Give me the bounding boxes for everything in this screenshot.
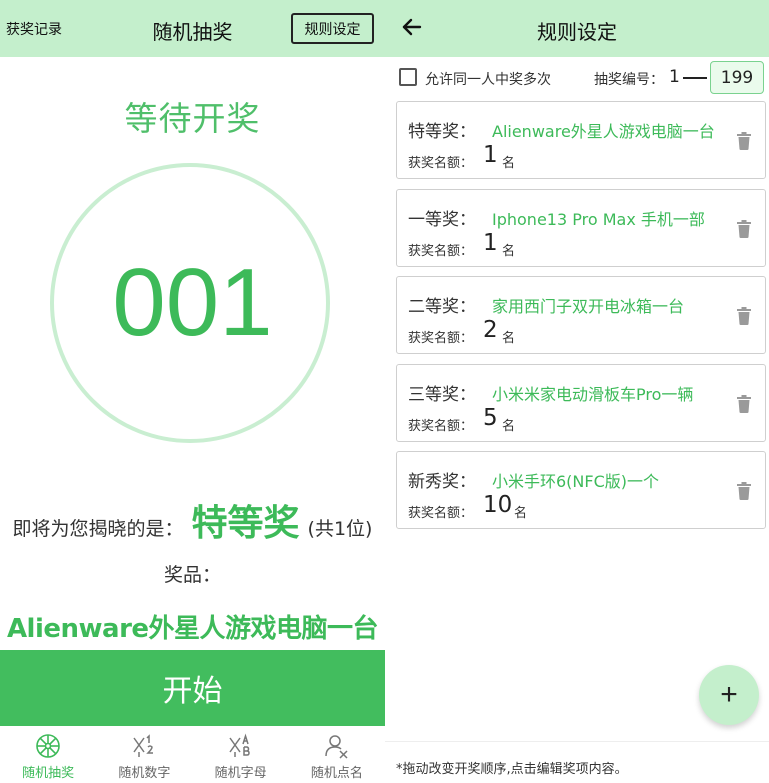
- tab-random-lottery[interactable]: 随机抽奖: [0, 726, 96, 783]
- quota-label: 获奖名额：: [408, 419, 474, 434]
- rules-screen: 规则设定 允许同一人中奖多次 抽奖编号： 1 199 特等奖： Alienware…: [385, 0, 769, 783]
- prize-label: 奖品：: [163, 564, 221, 586]
- quota-unit: 名: [502, 156, 516, 171]
- quota-value: 5: [483, 405, 498, 431]
- page-title: 规则设定: [537, 20, 617, 44]
- prize-item-name: 小米米家电动滑板车Pro一辆: [492, 385, 694, 404]
- draw-status: 等待开奖: [124, 99, 261, 138]
- tab-label: 随机数字: [118, 766, 171, 781]
- trash-icon[interactable]: [736, 220, 752, 238]
- prize-level: 二等奖：: [408, 297, 476, 317]
- quota-label: 获奖名额：: [408, 244, 474, 259]
- prize-item-name: Iphone13 Pro Max 手机一部: [492, 210, 705, 229]
- prize-card[interactable]: 一等奖： Iphone13 Pro Max 手机一部获奖名额： 1 名: [396, 189, 766, 267]
- rules-setting-button[interactable]: 规则设定: [291, 13, 374, 44]
- prize-level: 一等奖：: [408, 210, 476, 230]
- footnote-bar: *拖动改变开奖顺序,点击编辑奖项内容。: [385, 741, 769, 783]
- quota-unit: 名: [514, 506, 528, 521]
- allow-multiple-checkbox[interactable]: [399, 68, 417, 86]
- quota-value: 10: [483, 492, 513, 518]
- quota-unit: 名: [502, 331, 516, 346]
- footnote-text: *拖动改变开奖顺序,点击编辑奖项内容。: [396, 762, 628, 777]
- tab-label: 随机字母: [214, 766, 267, 781]
- tab-label: 随机抽奖: [22, 766, 75, 781]
- prize-level: 新秀奖：: [408, 472, 476, 492]
- random-rollcall-icon: [325, 735, 348, 759]
- prize-item-name: 小米手环6(NFC版)一个: [492, 472, 660, 491]
- random-letter-icon: [229, 733, 250, 757]
- number-range-label: 抽奖编号：: [594, 72, 664, 88]
- reveal-line: 即将为您揭晓的是： 特等奖 (共1位): [0, 494, 385, 546]
- quota-label: 获奖名额：: [408, 156, 474, 171]
- number-range-start: 1: [669, 67, 680, 87]
- tab-random-rollcall[interactable]: 随机点名: [289, 726, 385, 783]
- lottery-screen: 获奖记录 随机抽奖 规则设定 等待开奖 001 即将为您揭晓的是： 特等奖 (共…: [0, 0, 385, 783]
- prize-card[interactable]: 二等奖： 家用西门子双开电冰箱一台获奖名额： 2 名: [396, 276, 766, 354]
- quota-value: 1: [483, 230, 498, 256]
- prize-card[interactable]: 新秀奖： 小米手环6(NFC版)一个获奖名额： 10 名: [396, 451, 766, 529]
- range-dash: [683, 77, 707, 79]
- trash-icon[interactable]: [736, 307, 752, 325]
- trash-icon[interactable]: [736, 395, 752, 413]
- rules-header: 规则设定: [385, 0, 769, 57]
- reveal-prize-level: 特等奖: [191, 503, 300, 544]
- prize-level: 三等奖：: [408, 385, 476, 405]
- prize-level: 特等奖：: [408, 122, 476, 142]
- random-number-icon: [133, 734, 154, 757]
- allow-multiple-label: 允许同一人中奖多次: [425, 72, 551, 88]
- prize-card[interactable]: 特等奖： Alienware外星人游戏电脑一台获奖名额： 1 名: [396, 101, 766, 179]
- add-prize-button[interactable]: +: [699, 665, 759, 725]
- quota-label: 获奖名额：: [408, 506, 474, 521]
- quota-value: 1: [483, 142, 498, 168]
- quota-value: 2: [483, 317, 498, 343]
- bottom-tab-bar: 随机抽奖 随机数字 随机字母 随机点名: [0, 726, 385, 783]
- prize-item-name: 家用西门子双开电冰箱一台: [492, 297, 685, 316]
- reveal-count: (共1位): [307, 518, 373, 540]
- tab-random-letter[interactable]: 随机字母: [193, 726, 289, 783]
- trash-icon[interactable]: [736, 482, 752, 500]
- reveal-prefix: 即将为您揭晓的是：: [12, 518, 184, 540]
- prize-name: Alienware外星人游戏电脑一台: [6, 614, 379, 644]
- start-button[interactable]: 开始: [0, 650, 385, 726]
- prize-item-name: Alienware外星人游戏电脑一台: [492, 122, 715, 141]
- quota-unit: 名: [502, 419, 516, 434]
- tab-label: 随机点名: [310, 766, 363, 781]
- lottery-wheel-icon: [36, 734, 60, 758]
- tab-random-number[interactable]: 随机数字: [96, 726, 192, 783]
- number-range-end-input[interactable]: 199: [710, 61, 764, 94]
- quota-unit: 名: [502, 244, 516, 259]
- trash-icon[interactable]: [736, 132, 752, 150]
- rule-options: 允许同一人中奖多次 抽奖编号： 1 199: [385, 60, 769, 96]
- prize-card[interactable]: 三等奖： 小米米家电动滑板车Pro一辆获奖名额： 5 名: [396, 364, 766, 442]
- draw-number: 001: [112, 249, 273, 356]
- quota-label: 获奖名额：: [408, 331, 474, 346]
- lottery-header: 获奖记录 随机抽奖 规则设定: [0, 0, 385, 57]
